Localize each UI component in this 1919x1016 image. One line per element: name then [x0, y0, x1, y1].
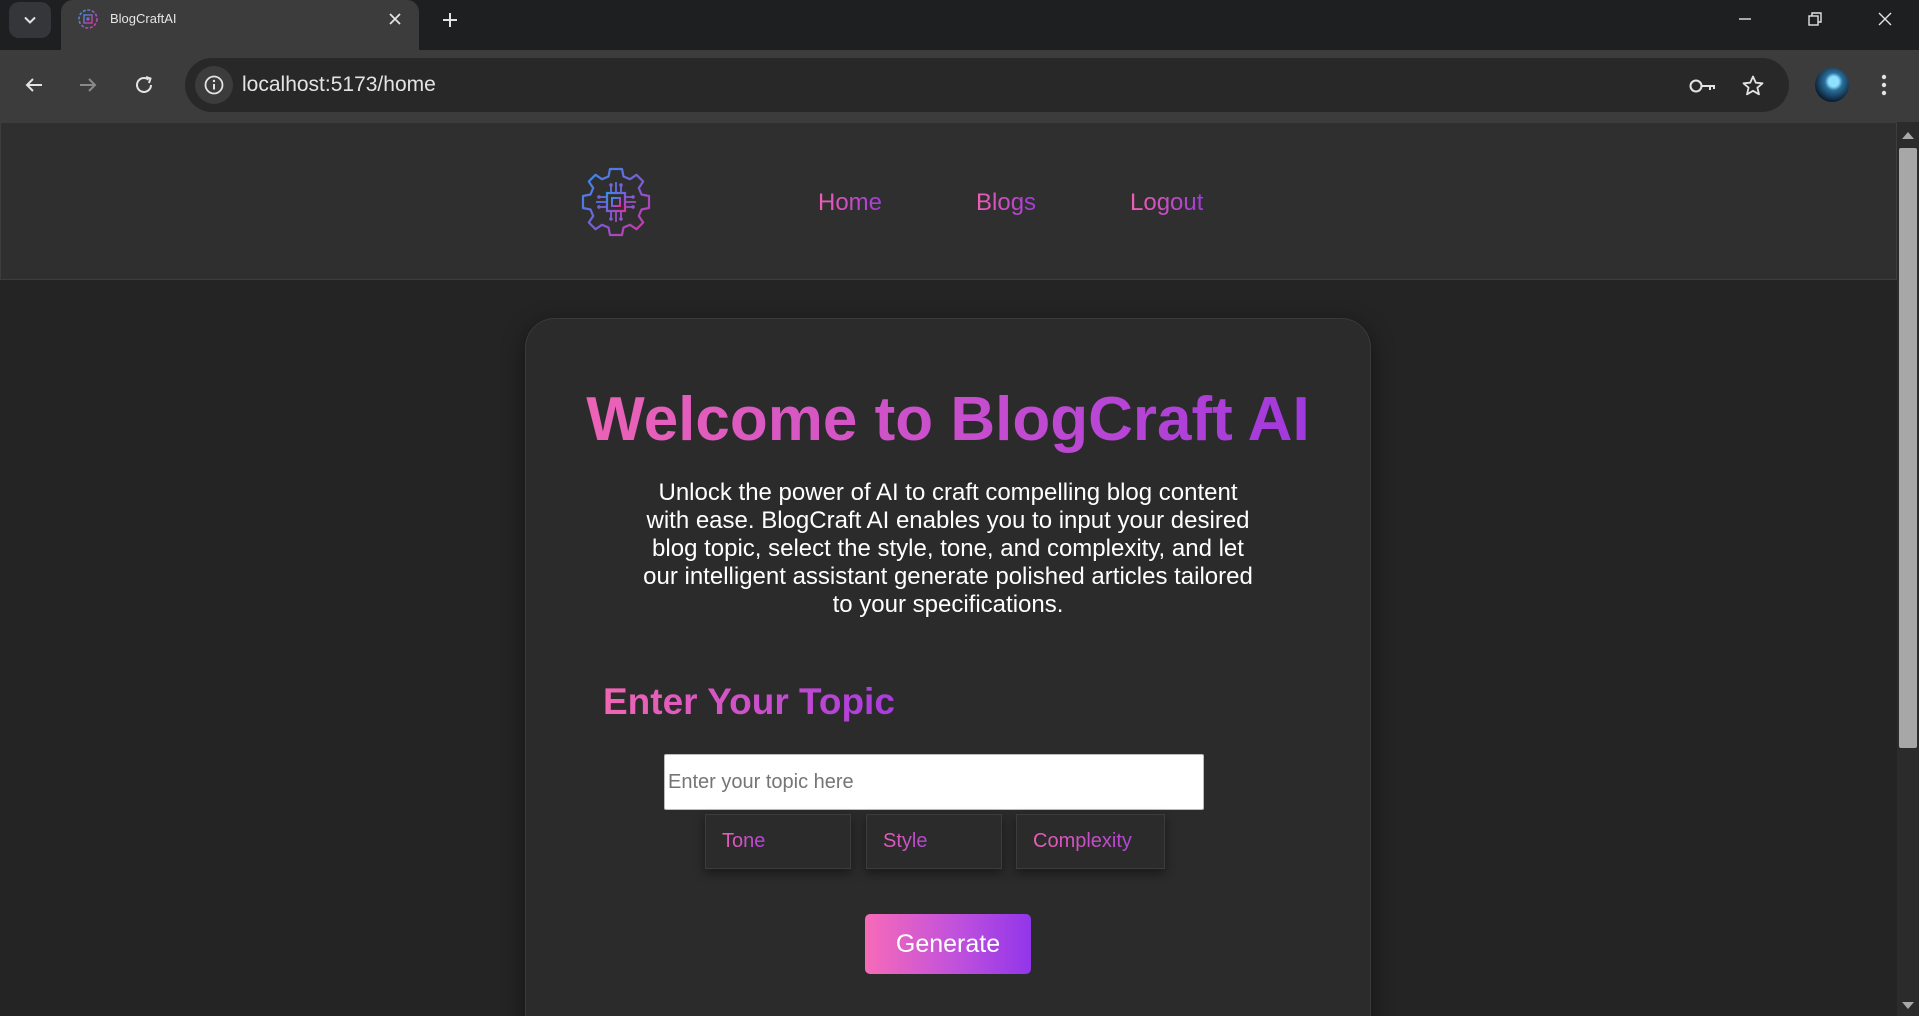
- gear-chip-favicon-icon: [78, 9, 98, 29]
- close-icon: [1878, 12, 1892, 26]
- tone-select-label: Tone: [722, 830, 766, 852]
- restore-icon: [1808, 12, 1822, 26]
- scrollbar-thumb[interactable]: [1899, 148, 1917, 748]
- complexity-select-label: Complexity: [1033, 830, 1132, 852]
- style-select-label: Style: [883, 830, 928, 852]
- tab-title: BlogCraftAI: [110, 11, 177, 26]
- nav-link-logout[interactable]: Logout: [1130, 189, 1203, 217]
- forward-button[interactable]: [69, 66, 107, 104]
- page-title: Welcome to BlogCraft AI: [526, 384, 1370, 455]
- gear-chip-logo-icon[interactable]: [579, 165, 653, 239]
- complexity-select[interactable]: Complexity: [1016, 814, 1165, 869]
- page-scrollbar[interactable]: [1897, 122, 1919, 1016]
- close-icon: [389, 13, 401, 25]
- plus-icon: [443, 13, 457, 27]
- site-navbar: Home Blogs Logout: [0, 122, 1897, 280]
- browser-tab-strip: BlogCraftAI: [0, 0, 1919, 50]
- key-icon: [1689, 79, 1715, 93]
- scroll-up-arrow-icon[interactable]: [1902, 132, 1914, 139]
- new-tab-button[interactable]: [434, 5, 466, 35]
- star-icon: [1742, 75, 1764, 96]
- topic-input[interactable]: [664, 754, 1204, 810]
- nav-link-blogs[interactable]: Blogs: [976, 189, 1036, 217]
- page-viewport: Home Blogs Logout Welcome to BlogCraft A…: [0, 122, 1897, 1016]
- welcome-card: Welcome to BlogCraft AI Unlock the power…: [525, 318, 1371, 1016]
- nav-link-home[interactable]: Home: [818, 189, 882, 217]
- topic-heading: Enter Your Topic: [603, 681, 895, 722]
- arrow-left-icon: [25, 78, 42, 92]
- back-button[interactable]: [15, 66, 53, 104]
- address-bar[interactable]: localhost:5173/home: [185, 58, 1789, 112]
- site-info-button[interactable]: [195, 66, 233, 104]
- url-text[interactable]: localhost:5173/home: [242, 73, 436, 97]
- tab-close-button[interactable]: [381, 7, 409, 31]
- style-select[interactable]: Style: [866, 814, 1002, 869]
- tone-select[interactable]: Tone: [705, 814, 851, 869]
- profile-avatar[interactable]: [1815, 68, 1849, 102]
- minimize-icon: [1739, 18, 1751, 20]
- minimize-window-button[interactable]: [1710, 0, 1780, 38]
- bookmark-button[interactable]: [1738, 71, 1768, 101]
- chevron-down-icon: [24, 16, 36, 24]
- arrow-right-icon: [80, 78, 97, 92]
- browser-menu-button[interactable]: [1869, 66, 1899, 104]
- restore-window-button[interactable]: [1780, 0, 1850, 38]
- more-vertical-icon: [1881, 74, 1887, 96]
- tab-search-button[interactable]: [9, 2, 51, 38]
- info-icon: [204, 75, 224, 95]
- generate-button[interactable]: Generate: [865, 914, 1031, 974]
- password-manager-button[interactable]: [1688, 71, 1718, 101]
- close-window-button[interactable]: [1850, 0, 1919, 38]
- browser-tab[interactable]: BlogCraftAI: [61, 0, 419, 50]
- scroll-down-arrow-icon[interactable]: [1902, 1002, 1914, 1009]
- browser-toolbar: localhost:5173/home: [0, 50, 1919, 122]
- reload-button[interactable]: [125, 66, 163, 104]
- reload-icon: [136, 76, 152, 93]
- hero-description: Unlock the power of AI to craft compelli…: [643, 479, 1253, 618]
